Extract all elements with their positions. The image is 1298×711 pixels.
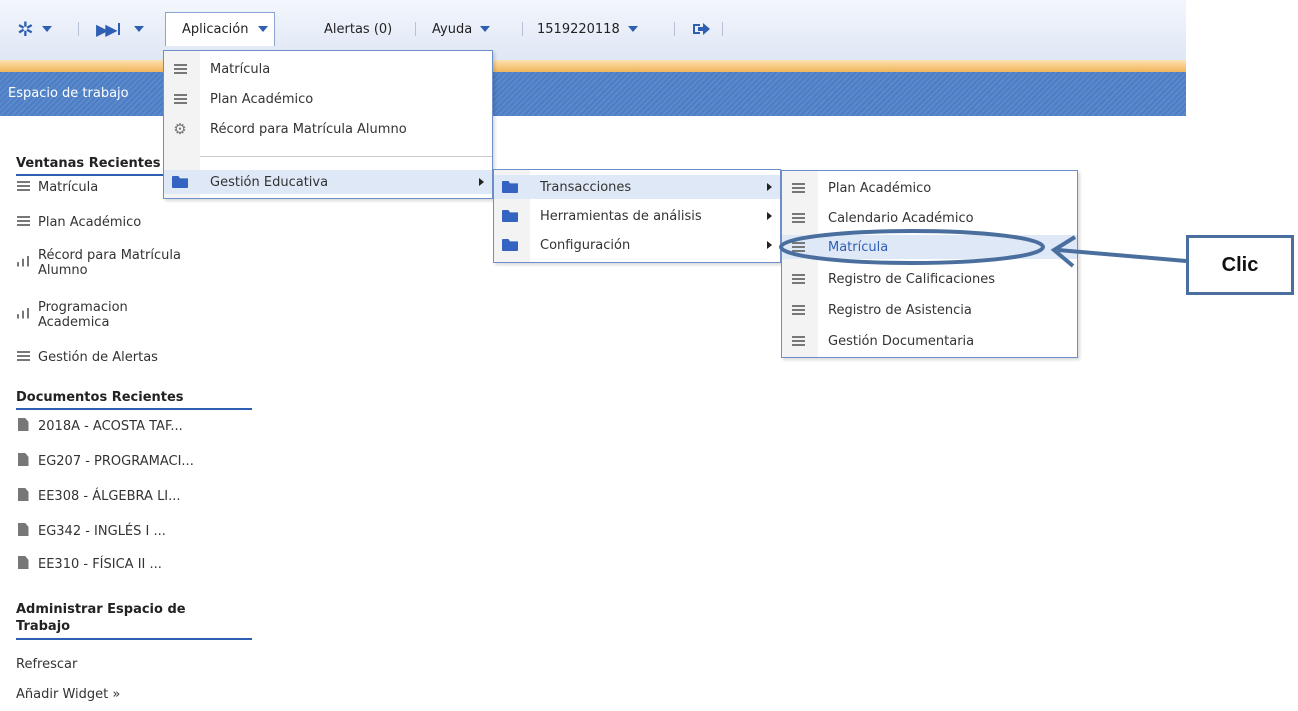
callout-label: Clic	[1221, 253, 1259, 276]
annotation-overlay	[779, 229, 1187, 268]
annotation-arrow-line	[1057, 248, 1187, 263]
callout-box: Clic	[1186, 235, 1294, 295]
highlight-ellipse	[779, 229, 1045, 265]
